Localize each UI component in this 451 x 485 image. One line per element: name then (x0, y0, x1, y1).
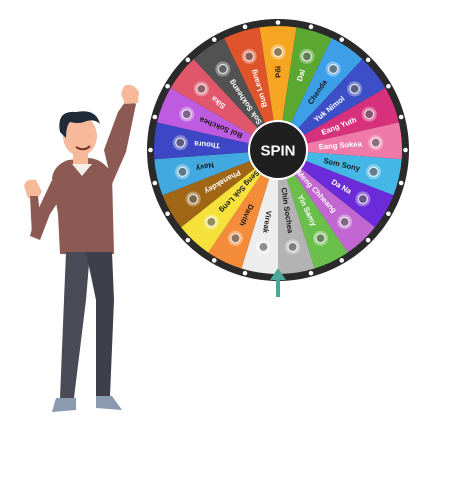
segment-avatar-icon (347, 81, 363, 97)
segment-avatar-icon (355, 191, 371, 207)
segment-avatar-icon (299, 48, 315, 64)
segment-avatar-icon (172, 135, 188, 151)
person-left-shoe (52, 398, 76, 412)
segment-avatar-icon (215, 61, 231, 77)
person-left-leg (60, 252, 90, 398)
spin-button-label[interactable]: SPIN (260, 143, 295, 160)
rim-dot (152, 180, 158, 186)
segment-avatar-icon (366, 164, 382, 180)
rim-dot (165, 211, 170, 217)
rim-dot (308, 270, 314, 276)
segment-avatar-icon (227, 230, 243, 246)
rim-dot (275, 20, 281, 25)
person-right-shoe (96, 396, 122, 410)
person-right-fist (121, 84, 139, 104)
person-right-leg (86, 252, 114, 396)
rim-dot (365, 57, 371, 63)
segment-avatar-icon (185, 191, 201, 207)
rim-dot (398, 180, 404, 186)
cheering-person-illustration (24, 84, 139, 412)
rim-dot (398, 114, 404, 120)
rim-dot (365, 237, 371, 243)
segment-avatar-icon (270, 44, 286, 60)
rim-dot (386, 83, 391, 89)
segment-label: Pối (274, 66, 283, 78)
rim-dot (242, 24, 248, 30)
segment-avatar-icon (337, 214, 353, 230)
rim-dot (148, 147, 153, 153)
rim-dot (152, 114, 158, 120)
segment-avatar-icon (368, 135, 384, 151)
rim-dot (185, 57, 191, 63)
spinner-scene: Pối DalChendaYuk NimolEang YuthEang Sokea… (24, 19, 409, 412)
segment-avatar-icon (313, 230, 329, 246)
rim-dot (308, 24, 314, 30)
rim-dot (242, 270, 248, 276)
segment-avatar-icon (285, 239, 301, 255)
segment-avatar-icon (255, 239, 271, 255)
segment-avatar-icon (179, 106, 195, 122)
rim-dot (339, 37, 345, 42)
segment-avatar-icon (241, 48, 257, 64)
rim-dot (211, 258, 217, 263)
rim-dot (403, 147, 408, 153)
rim-dot (211, 37, 217, 42)
segment-avatar-icon (361, 106, 377, 122)
rim-dot (386, 211, 391, 217)
segment-avatar-icon (325, 61, 341, 77)
rim-dot (165, 83, 170, 89)
rim-dot (339, 258, 345, 263)
segment-avatar-icon (193, 81, 209, 97)
rim-dot (185, 237, 191, 243)
spin-button[interactable]: SPIN (248, 120, 308, 180)
segment-avatar-icon (174, 164, 190, 180)
segment-avatar-icon (203, 214, 219, 230)
